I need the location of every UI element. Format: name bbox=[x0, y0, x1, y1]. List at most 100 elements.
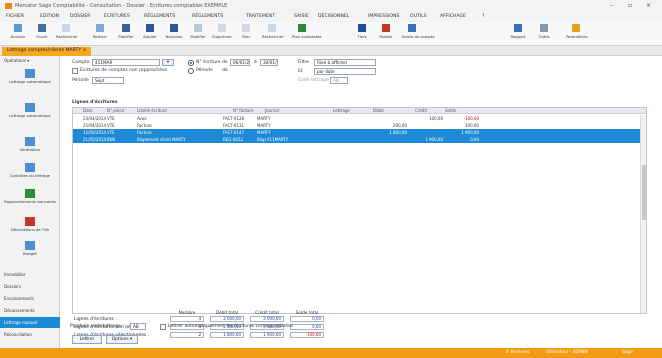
totals-credit: 1 900,00 bbox=[250, 332, 284, 338]
ribbon-nouveau-button[interactable]: Nouveau bbox=[164, 24, 184, 44]
ribbon-relever-button[interactable]: Relever bbox=[90, 24, 110, 44]
col-facture[interactable]: N° facture bbox=[233, 108, 253, 113]
filtre-select[interactable]: Rien à afficher bbox=[314, 59, 376, 66]
lettrer-button[interactable]: Lettrer bbox=[72, 335, 102, 344]
col-solde[interactable]: Solde bbox=[445, 108, 456, 113]
sidebar-item-lettrage-auto[interactable]: Lettrage automatique bbox=[0, 66, 60, 96]
bank-icon bbox=[25, 189, 35, 198]
row-journal: MARTY bbox=[257, 130, 271, 135]
minimize-button[interactable]: – bbox=[610, 2, 613, 9]
a-label: à bbox=[254, 60, 257, 65]
filtre-label: Filtre bbox=[298, 60, 310, 65]
row-solde: 100,00 bbox=[465, 123, 479, 128]
sidebar: Opérations ▾ Lettrage automatique Lettra… bbox=[0, 56, 60, 348]
sidebar-link-dossiers[interactable]: Dossiers bbox=[0, 281, 60, 292]
menu-help[interactable]: ? bbox=[482, 14, 484, 19]
scrollbar-thumb[interactable] bbox=[642, 165, 646, 220]
auto-lettrage-checkbox[interactable] bbox=[160, 324, 166, 330]
sidebar-link-encaissements[interactable]: Encaissements bbox=[0, 293, 60, 304]
menu-dossier[interactable]: DOSSIER bbox=[70, 14, 90, 19]
maximize-button[interactable]: ▫ bbox=[628, 2, 632, 9]
row-solde: 1 900,00 bbox=[461, 130, 479, 135]
table-row[interactable]: 25/04/2014 VTE Facture FACT-0131 MARTY 2… bbox=[73, 122, 646, 129]
radio-periode[interactable] bbox=[188, 68, 194, 74]
menu-fichier[interactable]: FICHIER bbox=[6, 14, 24, 19]
ribbon-trier-button[interactable]: Trier bbox=[236, 24, 256, 44]
col-date[interactable]: Date bbox=[83, 108, 93, 113]
add-icon bbox=[146, 24, 154, 32]
compte-dropdown-button[interactable]: ▾ bbox=[162, 59, 174, 66]
menu-outils[interactable]: OUTILS bbox=[410, 14, 427, 19]
col-lettrage[interactable]: Lettrage bbox=[333, 108, 350, 113]
col-credit[interactable]: Crédit bbox=[415, 108, 427, 113]
ribbon-plan-comptable-button[interactable]: Plan comptable bbox=[292, 24, 321, 44]
ribbon-outils-button[interactable]: Outils bbox=[534, 24, 554, 44]
col-libelle[interactable]: Libellé écriture bbox=[137, 108, 167, 113]
sidebar-header[interactable]: Opérations ▾ bbox=[4, 58, 29, 63]
menu-affichage[interactable]: AFFICHAGE bbox=[440, 14, 466, 19]
totals-debit: 1 800,00 bbox=[210, 332, 244, 338]
close-button[interactable]: × bbox=[646, 2, 651, 9]
tab-lettrage[interactable]: Lettrage comptes/clients MARTY × bbox=[2, 47, 92, 56]
menu-decisionnel[interactable]: DÉCISIONNEL bbox=[318, 14, 349, 19]
totals-credit: 2 000,00 bbox=[250, 316, 284, 322]
radio-numero-ecriture[interactable] bbox=[188, 60, 194, 66]
sidebar-item-budget[interactable]: Budget bbox=[0, 238, 60, 268]
ribbon-parametres-button[interactable]: Paramètres bbox=[566, 24, 588, 44]
menu-reglements-2[interactable]: RÈGLEMENTS bbox=[192, 14, 223, 19]
delete-icon bbox=[218, 24, 226, 32]
row-debit: 200,00 bbox=[393, 123, 407, 128]
grid-scrollbar[interactable] bbox=[640, 115, 646, 313]
radio-periode-label: Période bbox=[196, 68, 213, 73]
status-bar: 4 écritures Utilisateur : ADMIN Sage bbox=[0, 348, 662, 358]
ribbon-annuler-button[interactable]: Annuler bbox=[8, 24, 28, 44]
table-row-selected[interactable]: 21/05/2014 BNK Règlement client MARTY RE… bbox=[73, 136, 646, 143]
sidebar-link-lettrage-manuel[interactable]: Lettrage manuel bbox=[0, 317, 60, 328]
sidebar-link-immobilier[interactable]: Immobilier bbox=[0, 269, 60, 280]
totals-solde: 0,00 bbox=[290, 316, 324, 322]
people-icon bbox=[358, 24, 366, 32]
sidebar-item-lettrage-auto-2[interactable]: Lettrage automatique bbox=[0, 100, 60, 130]
search-icon bbox=[62, 24, 70, 32]
ribbon-rapport-button[interactable]: Rapport bbox=[508, 24, 528, 44]
menu-ecritures[interactable]: ÉCRITURES bbox=[104, 14, 130, 19]
ribbon-rechercher-button[interactable]: Rechercher bbox=[56, 24, 78, 44]
menu-saisie[interactable]: SAISIE bbox=[294, 14, 309, 19]
sidebar-link-decaissements[interactable]: Décaissements bbox=[0, 305, 60, 316]
ribbon-pointer-button[interactable]: Pointer bbox=[376, 24, 396, 44]
ribbon-modifier-button[interactable]: Modifier bbox=[188, 24, 208, 44]
col-journal[interactable]: Journal bbox=[265, 108, 279, 113]
a-input[interactable]: 30/01/ bbox=[260, 59, 278, 66]
options-button[interactable]: Options ▾ bbox=[106, 335, 138, 344]
menu-reglements[interactable]: RÈGLEMENTS bbox=[144, 14, 175, 19]
col-debit[interactable]: Débit bbox=[373, 108, 384, 113]
ribbon-rechercher2-button[interactable]: Rechercher bbox=[262, 24, 284, 44]
menu-edition[interactable]: EDITION bbox=[40, 14, 59, 19]
ribbon-supprimer-button[interactable]: Supprimer bbox=[212, 24, 232, 44]
col-piece[interactable]: N° pièce bbox=[107, 108, 124, 113]
sidebar-item-rapprochements[interactable]: Rapprochements bancaires bbox=[0, 186, 60, 216]
row-date: 25/04/2014 bbox=[83, 123, 107, 128]
menu-traitement[interactable]: TRAITEMENT bbox=[246, 14, 275, 19]
ribbon-ouvrir-button[interactable]: Ouvrir bbox=[32, 24, 52, 44]
totals-header-debit: Débit total bbox=[215, 310, 239, 315]
non-rapprochees-checkbox[interactable] bbox=[72, 68, 78, 74]
row-journal: Règl 411MARTY bbox=[257, 137, 289, 142]
totals-header-solde: Solde total bbox=[295, 310, 319, 315]
periode-input[interactable]: Sept bbox=[92, 77, 124, 84]
prochain-code-input[interactable]: AB bbox=[130, 323, 146, 330]
ribbon-ajouter-button[interactable]: Ajouter bbox=[140, 24, 160, 44]
table-row-selected[interactable]: 12/05/2014 VTE Facture FACT-0147 MARTY 1… bbox=[73, 129, 646, 136]
menu-impressions[interactable]: IMPRESSIONS bbox=[368, 14, 399, 19]
ribbon-planifier-button[interactable]: Planifier bbox=[116, 24, 136, 44]
totals-solde: 0,00 bbox=[290, 324, 324, 330]
table-row[interactable]: 23/04/2014 VTE Avoir FACT-0128 MARTY 100… bbox=[73, 115, 646, 122]
budget-icon bbox=[25, 241, 35, 250]
code-lettrage-input[interactable]: AB bbox=[330, 77, 348, 84]
de-input[interactable]: 06/01/2 bbox=[230, 59, 250, 66]
sidebar-link-reconciliation[interactable]: Réconciliation bbox=[0, 329, 60, 340]
ribbon-saisie-compte-button[interactable]: Saisie de compte bbox=[402, 24, 435, 44]
ribbon-tiers-button[interactable]: Tiers bbox=[352, 24, 372, 44]
etat-select[interactable]: par date bbox=[314, 68, 376, 75]
compte-input[interactable]: 411MAR bbox=[92, 59, 160, 66]
